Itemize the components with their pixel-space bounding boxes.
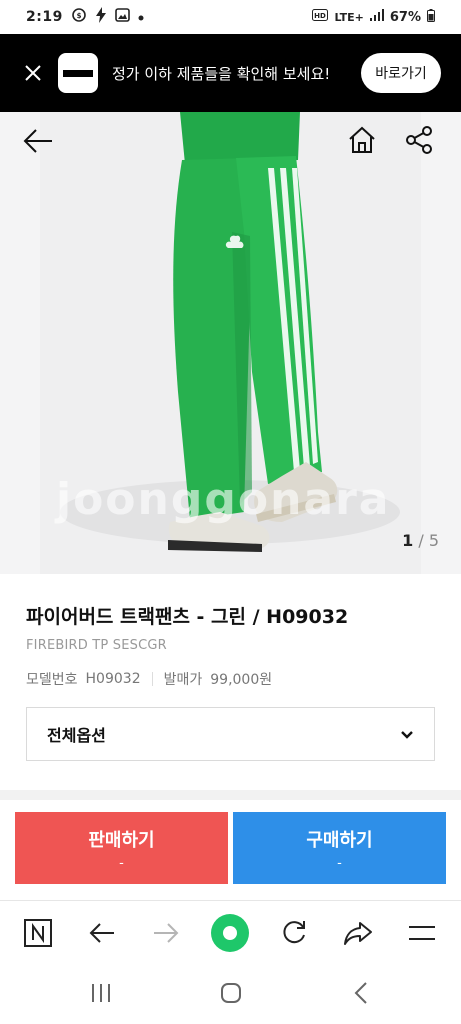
go-button[interactable]: 바로가기 — [361, 53, 441, 93]
system-navigation-bar — [0, 964, 461, 1024]
price-value: 99,000원 — [210, 672, 273, 688]
system-back-icon[interactable] — [346, 978, 376, 1008]
refresh-icon[interactable] — [274, 913, 314, 953]
browser-forward-icon[interactable] — [146, 913, 186, 953]
notification-dot-icon — [138, 9, 144, 25]
app-logo — [58, 53, 98, 93]
product-info: 파이어버드 트랙팬츠 - 그린 / H09032 FIREBIRD TP SES… — [0, 574, 461, 790]
sell-button-price: - — [119, 855, 124, 871]
bank-app-icon: $ — [71, 7, 87, 27]
recent-apps-icon[interactable] — [86, 978, 116, 1008]
gallery-icon — [115, 8, 130, 26]
buy-button-price: - — [337, 855, 342, 871]
watermark: joonggonara — [56, 474, 391, 525]
section-divider — [0, 790, 461, 800]
sell-button-label: 판매하기 — [88, 829, 155, 851]
chevron-down-icon — [400, 725, 414, 744]
home-icon[interactable] — [346, 124, 378, 160]
price-label: 발매가 — [163, 672, 203, 688]
system-home-icon[interactable] — [216, 978, 246, 1008]
home-button-icon[interactable] — [210, 913, 250, 953]
pager-total: 5 — [428, 531, 439, 550]
status-time: 2:19 — [26, 9, 63, 25]
buy-button[interactable]: 구매하기 - — [233, 812, 446, 884]
flash-icon — [95, 7, 107, 27]
promo-banner: 정가 이하 제품들을 확인해 보세요! 바로가기 — [0, 34, 461, 112]
status-bar: 2:19 $ HD LTE+ 67% — [0, 0, 461, 34]
option-label: 전체옵션 — [47, 726, 106, 745]
product-image-gallery[interactable]: joonggonara 1 / 5 — [0, 112, 461, 574]
naver-n-icon[interactable] — [18, 913, 58, 953]
close-icon[interactable] — [18, 58, 48, 88]
product-subtitle: FIREBIRD TP SESCGR — [26, 638, 167, 653]
browser-back-icon[interactable] — [82, 913, 122, 953]
menu-icon[interactable] — [402, 913, 442, 953]
network-label: LTE+ — [334, 10, 364, 24]
hd-voice-icon: HD — [312, 9, 329, 25]
banner-message: 정가 이하 제품들을 확인해 보세요! — [112, 64, 331, 83]
sell-button[interactable]: 판매하기 - — [15, 812, 228, 884]
action-bar: 판매하기 - 구매하기 - — [0, 800, 461, 900]
svg-text:$: $ — [76, 12, 81, 20]
back-arrow-icon[interactable] — [22, 126, 54, 160]
image-pager: 1 / 5 — [402, 531, 439, 550]
pager-current: 1 — [402, 531, 414, 550]
product-title: 파이어버드 트랙팬츠 - 그린 / H09032 — [26, 606, 349, 628]
battery-icon — [427, 8, 435, 26]
product-meta: 모델번호 H09032 발매가 99,000원 — [26, 669, 435, 689]
model-value: H09032 — [85, 671, 141, 687]
meta-divider — [151, 672, 153, 686]
svg-text:HD: HD — [315, 12, 327, 20]
browser-toolbar — [0, 900, 461, 964]
signal-icon — [369, 9, 384, 25]
share-forward-icon[interactable] — [338, 913, 378, 953]
model-label: 모델번호 — [26, 672, 78, 688]
share-icon[interactable] — [404, 124, 434, 160]
pager-separator: / — [413, 531, 429, 550]
buy-button-label: 구매하기 — [306, 829, 373, 851]
battery-percent: 67% — [389, 9, 421, 25]
option-select[interactable]: 전체옵션 — [26, 707, 435, 761]
